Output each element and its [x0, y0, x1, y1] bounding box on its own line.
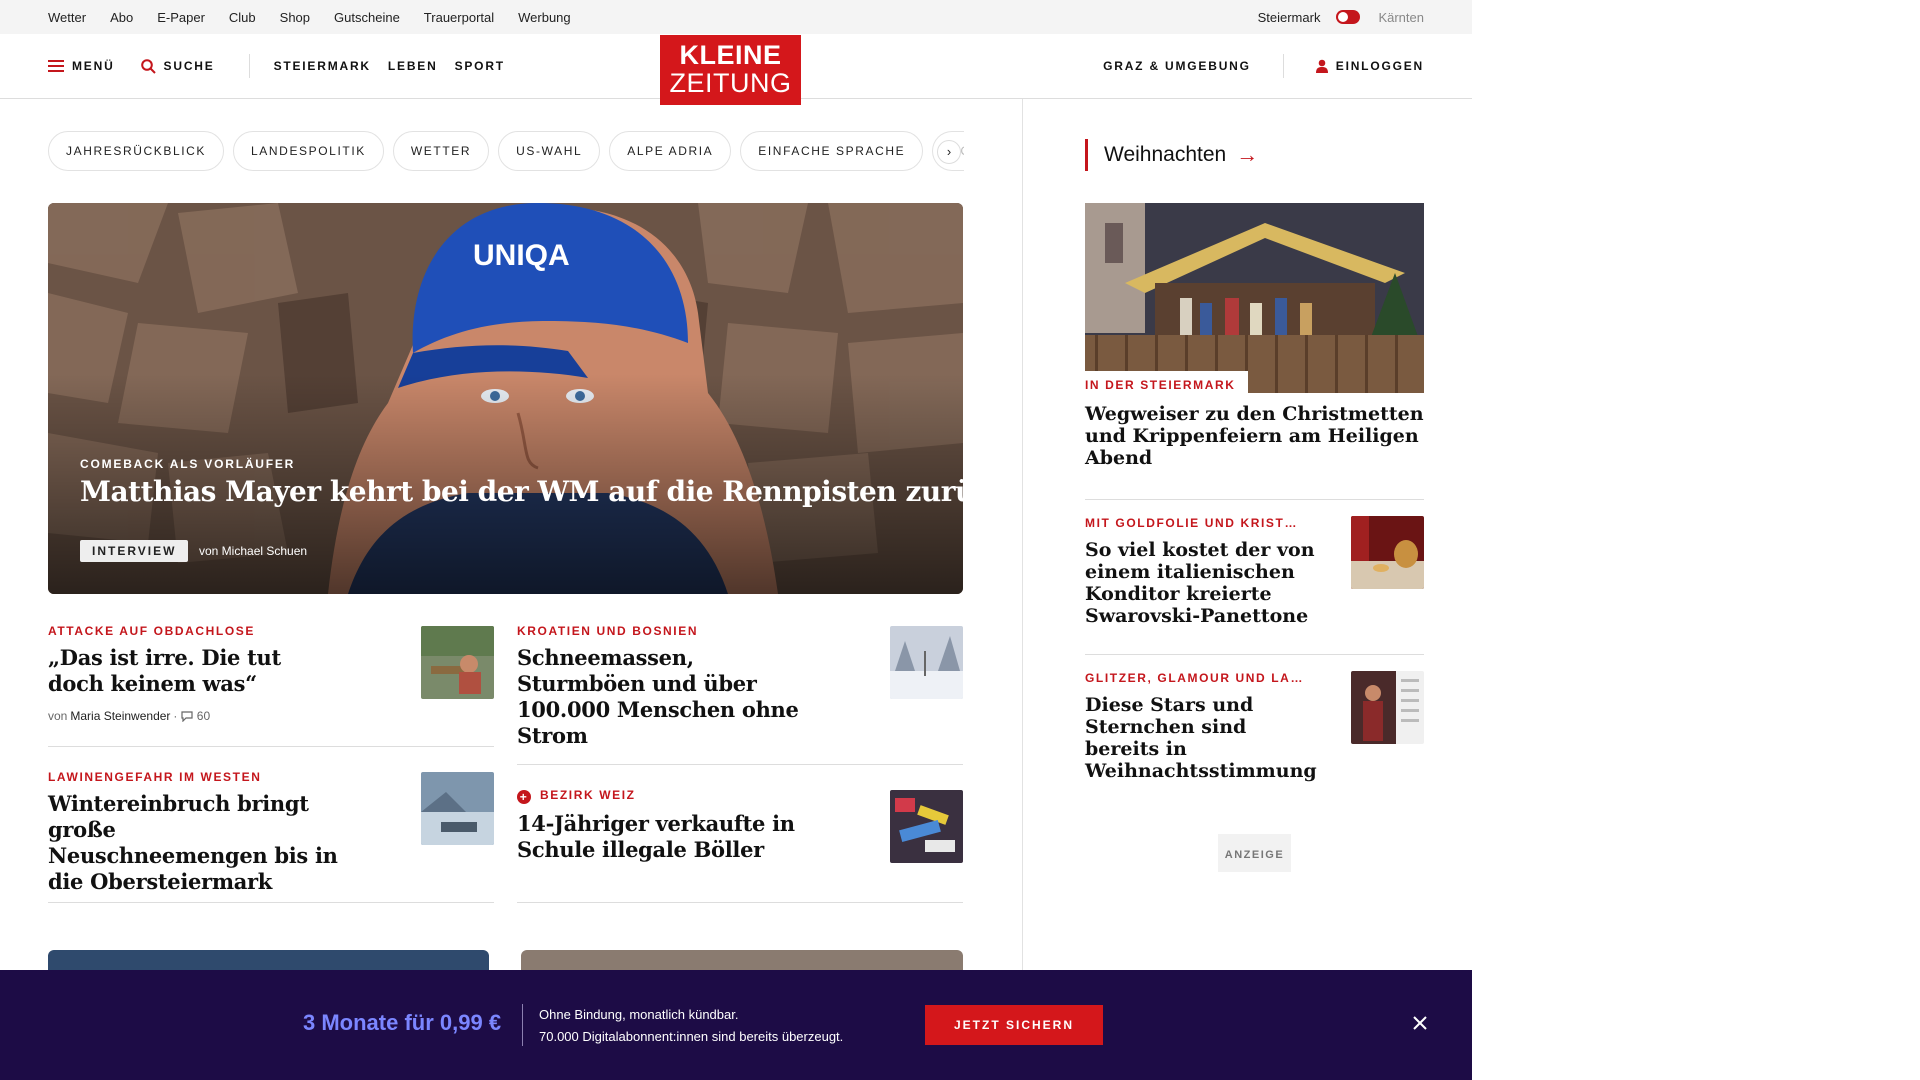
- utility-links: Wetter Abo E-Paper Club Shop Gutscheine …: [48, 0, 595, 34]
- utility-link-gutscheine[interactable]: Gutscheine: [334, 10, 400, 25]
- ad-label: ANZEIGE: [1218, 834, 1291, 872]
- search-label: SUCHE: [163, 59, 215, 73]
- thumb-stars: [1351, 671, 1424, 744]
- article-card-kroatien[interactable]: KROATIEN UND BOSNIEN Schneemassen, Sturm…: [517, 624, 963, 765]
- sidebar-item-panettone[interactable]: MIT GOLDFOLIE UND KRIST… So viel kostet …: [1085, 516, 1424, 627]
- utility-link-wetter[interactable]: Wetter: [48, 10, 86, 25]
- section-weihnachten[interactable]: Weihnachten →: [1085, 139, 1258, 171]
- utility-link-shop[interactable]: Shop: [280, 10, 310, 25]
- region-switch: Steiermark Kärnten: [1258, 0, 1424, 34]
- thumb-weiz: [890, 790, 963, 863]
- search-icon: [140, 58, 156, 74]
- chip-landespolitik[interactable]: LANDESPOLITIK: [233, 131, 384, 171]
- lead-title[interactable]: Wegweiser zu den Christmetten und Krippe…: [1085, 403, 1424, 469]
- card-meta: von Maria Steinwender · 60: [48, 709, 494, 723]
- sidebar-divider: [1085, 654, 1424, 655]
- comment-icon: [181, 710, 193, 722]
- card-title[interactable]: Wintereinbruch bringt große Neuschneemen…: [48, 791, 338, 895]
- logo-line1: KLEINE: [679, 40, 782, 70]
- thumb-panettone: [1351, 516, 1424, 589]
- header-right: GRAZ & UMGEBUNG EINLOGGEN: [1103, 34, 1424, 98]
- header-divider-right: [1282, 54, 1284, 78]
- subscription-offer-bar: 3 Monate für 0,99 € Ohne Bindung, monatl…: [0, 970, 1472, 1080]
- meta-dot: ·: [173, 709, 181, 723]
- article-card-attacke[interactable]: ATTACKE AUF OBDACHLOSE „Das ist irre. Di…: [48, 624, 494, 747]
- card-title[interactable]: „Das ist irre. Die tut doch keinem was“: [48, 645, 288, 697]
- thumb-kroatien: [890, 626, 963, 699]
- hamburger-icon: [48, 60, 64, 72]
- sidebar-title[interactable]: So viel kostet der von einem italienisch…: [1085, 539, 1315, 627]
- menu-button[interactable]: MENÜ: [48, 59, 115, 73]
- sidebar-divider: [1085, 499, 1424, 500]
- sidebar-item-stars[interactable]: GLITZER, GLAMOUR UND LA… Diese Stars und…: [1085, 671, 1424, 782]
- nav-sport[interactable]: SPORT: [455, 59, 505, 73]
- interview-badge: INTERVIEW: [80, 540, 189, 562]
- utility-link-club[interactable]: Club: [229, 10, 256, 25]
- subscribe-button[interactable]: JETZT SICHERN: [925, 1005, 1103, 1045]
- offer-divider: [522, 1004, 523, 1046]
- card-kicker-text: BEZIRK WEIZ: [540, 788, 636, 802]
- region-active-label[interactable]: Steiermark: [1258, 10, 1321, 25]
- region-toggle[interactable]: [1336, 10, 1361, 24]
- card-title[interactable]: Schneemassen, Sturmböen und über 100.000…: [517, 645, 817, 749]
- region-inactive-label[interactable]: Kärnten: [1378, 10, 1424, 25]
- article-card-lawinen[interactable]: LAWINENGEFAHR IM WESTEN Wintereinbruch b…: [48, 770, 494, 903]
- chevron-right-icon[interactable]: ›: [937, 140, 961, 164]
- thumb-lawinen: [421, 772, 494, 845]
- hero-article[interactable]: UNIQA COMEBACK ALS VORLÄUFER Matthias Ma…: [48, 203, 963, 594]
- card-title[interactable]: 14-Jähriger verkaufte in Schule illegale…: [517, 811, 817, 863]
- main-header: MENÜ SUCHE STEIERMARK LEBEN SPORT KLEINE…: [0, 34, 1472, 105]
- lead-tag: IN DER STEIERMARK: [1085, 371, 1248, 393]
- plus-icon: +: [517, 790, 531, 804]
- offer-price: 3 Monate für 0,99 €: [303, 1010, 502, 1035]
- hero-author: von Michael Schuen: [199, 544, 308, 558]
- offer-text: Ohne Bindung, monatlich kündbar. 70.000 …: [539, 1004, 843, 1048]
- login-button[interactable]: EINLOGGEN: [1315, 59, 1424, 73]
- hero-title[interactable]: Matthias Mayer kehrt bei der WM auf die …: [80, 475, 963, 508]
- header-divider: [248, 54, 250, 78]
- nav-steiermark[interactable]: STEIERMARK: [274, 59, 371, 73]
- empty-gutter: [1472, 0, 1920, 1080]
- utility-link-abo[interactable]: Abo: [110, 10, 133, 25]
- utility-link-trauerportal[interactable]: Trauerportal: [424, 10, 494, 25]
- chip-wetter[interactable]: WETTER: [392, 131, 490, 171]
- hero-kicker: COMEBACK ALS VORLÄUFER: [80, 457, 296, 471]
- menu-label: MENÜ: [72, 59, 115, 73]
- utility-link-werbung[interactable]: Werbung: [518, 10, 571, 25]
- nativity-image[interactable]: [1085, 203, 1424, 393]
- offer-line1: Ohne Bindung, monatlich kündbar.: [539, 1007, 739, 1022]
- meta-author[interactable]: Maria Steinwender: [70, 709, 170, 723]
- close-icon[interactable]: [1410, 1013, 1430, 1033]
- chip-us-wahl[interactable]: US-WAHL: [498, 131, 601, 171]
- meta-prefix: von: [48, 709, 68, 723]
- site-logo[interactable]: KLEINE ZEITUNG: [660, 35, 801, 105]
- site: Wetter Abo E-Paper Club Shop Gutscheine …: [0, 0, 1472, 1080]
- sidebar-title[interactable]: Diese Stars und Sternchen sind bereits i…: [1085, 694, 1317, 782]
- chip-einfache-sprache[interactable]: EINFACHE SPRACHE: [740, 131, 924, 171]
- chip-alpe-adria[interactable]: ALPE ADRIA: [609, 131, 732, 171]
- header-nav: MENÜ SUCHE STEIERMARK LEBEN SPORT: [48, 34, 522, 98]
- meta-comments: 60: [196, 709, 211, 723]
- region-nav[interactable]: GRAZ & UMGEBUNG: [1103, 59, 1251, 73]
- logo-line2: ZEITUNG: [669, 68, 792, 98]
- user-icon: [1315, 59, 1328, 73]
- nav-leben[interactable]: LEBEN: [388, 59, 438, 73]
- column-divider: [1022, 99, 1023, 979]
- utility-bar: Wetter Abo E-Paper Club Shop Gutscheine …: [0, 0, 1472, 34]
- thumb-attacke: [421, 626, 494, 699]
- cap-logo-text: UNIQA: [473, 239, 570, 272]
- login-label: EINLOGGEN: [1335, 59, 1424, 73]
- utility-link-epaper[interactable]: E-Paper: [157, 10, 205, 25]
- topic-chips: JAHRESRÜCKBLICK LANDESPOLITIK WETTER US-…: [48, 131, 964, 171]
- section-title: Weihnachten: [1104, 143, 1227, 166]
- article-card-weiz[interactable]: + BEZIRK WEIZ 14-Jähriger verkaufte in Sc…: [517, 788, 963, 903]
- search-button[interactable]: SUCHE: [140, 58, 215, 74]
- arrow-right-icon: →: [1236, 142, 1259, 167]
- chip-jahresrueckblick[interactable]: JAHRESRÜCKBLICK: [48, 131, 225, 171]
- offer-line2: 70.000 Digitalabonnent:innen sind bereit…: [539, 1029, 844, 1044]
